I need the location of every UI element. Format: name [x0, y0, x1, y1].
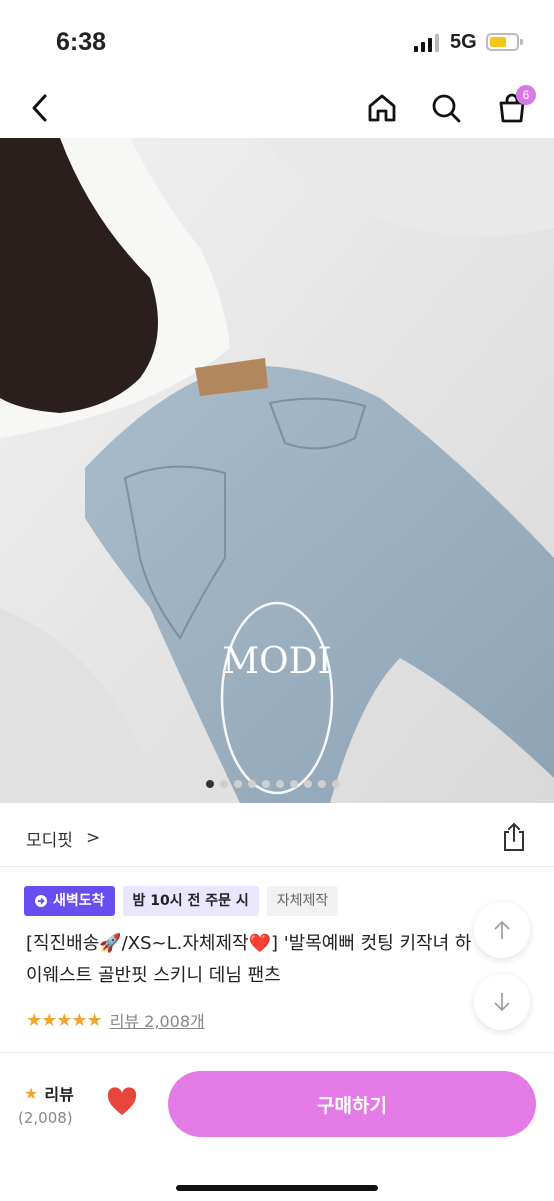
- review-summary[interactable]: ★ 리뷰: [24, 1081, 74, 1105]
- tag-order-deadline: 밤 10시 전 주문 시: [122, 886, 259, 916]
- pager-dot[interactable]: [220, 780, 228, 788]
- status-bar: 6:38 5G: [0, 0, 554, 88]
- divider: [0, 866, 554, 867]
- tag-dawn-delivery: 새벽도착: [24, 886, 115, 916]
- product-photo: MODI: [0, 138, 554, 803]
- back-button[interactable]: [20, 88, 60, 128]
- chevron-right-icon: >: [86, 828, 101, 848]
- status-time: 6:38: [56, 28, 107, 56]
- star-icon: ★: [24, 1083, 39, 1103]
- top-nav: [0, 78, 554, 138]
- rating-row[interactable]: ★★★★★ 리뷰 2,008개: [26, 1008, 205, 1032]
- cart-count-badge: 6: [516, 85, 536, 105]
- tag-list: 새벽도착 밤 10시 전 주문 시 자체제작: [24, 886, 339, 916]
- bottom-action-bar: ★ 리뷰 (2,008) 구매하기: [0, 1052, 554, 1201]
- brand-name[interactable]: 모디핏: [26, 826, 73, 851]
- scroll-up-button[interactable]: [474, 902, 530, 958]
- arrow-up-icon: [494, 920, 510, 939]
- pager-dot[interactable]: [206, 780, 214, 788]
- pager-dot[interactable]: [248, 780, 256, 788]
- brand-row[interactable]: 모디핏 >: [0, 818, 554, 858]
- product-title: [직진배송🚀/XS~L.자체제작❤️] '발목예뻐 컷팅 키작녀 하이웨스트 골…: [26, 933, 472, 986]
- share-button[interactable]: [500, 822, 528, 856]
- home-indicator: [176, 1185, 378, 1191]
- review-count: (2,008): [18, 1109, 73, 1127]
- dawn-delivery-icon: [35, 895, 47, 907]
- home-button[interactable]: [362, 88, 402, 128]
- product-image[interactable]: MODI: [0, 138, 554, 803]
- search-icon: [432, 94, 461, 123]
- arrow-down-icon: [494, 993, 510, 1012]
- chevron-left-icon: [32, 94, 47, 122]
- home-icon: [368, 94, 396, 122]
- pager-dot[interactable]: [318, 780, 326, 788]
- search-button[interactable]: [426, 88, 466, 128]
- signal-icon: [414, 34, 439, 52]
- scroll-down-button[interactable]: [474, 974, 530, 1030]
- network-label: 5G: [450, 31, 477, 53]
- battery-icon: [486, 33, 523, 51]
- tag-in-house: 자체제작: [266, 886, 339, 916]
- pager-dot[interactable]: [262, 780, 270, 788]
- image-pager[interactable]: [206, 780, 340, 788]
- wishlist-button[interactable]: [106, 1087, 138, 1121]
- tag-dawn-delivery-label: 새벽도착: [53, 893, 105, 909]
- rating-stars: ★★★★★: [26, 1009, 103, 1031]
- pager-dot[interactable]: [234, 780, 242, 788]
- share-icon: [504, 822, 524, 851]
- review-link[interactable]: 리뷰 2,008개: [110, 1008, 205, 1032]
- pager-dot[interactable]: [290, 780, 298, 788]
- buy-button[interactable]: 구매하기: [168, 1071, 536, 1137]
- review-summary-label: 리뷰: [44, 1085, 74, 1104]
- pager-dot[interactable]: [276, 780, 284, 788]
- brand-watermark: MODI: [222, 641, 331, 682]
- pager-dot[interactable]: [332, 780, 340, 788]
- heart-icon: [107, 1087, 137, 1115]
- pager-dot[interactable]: [304, 780, 312, 788]
